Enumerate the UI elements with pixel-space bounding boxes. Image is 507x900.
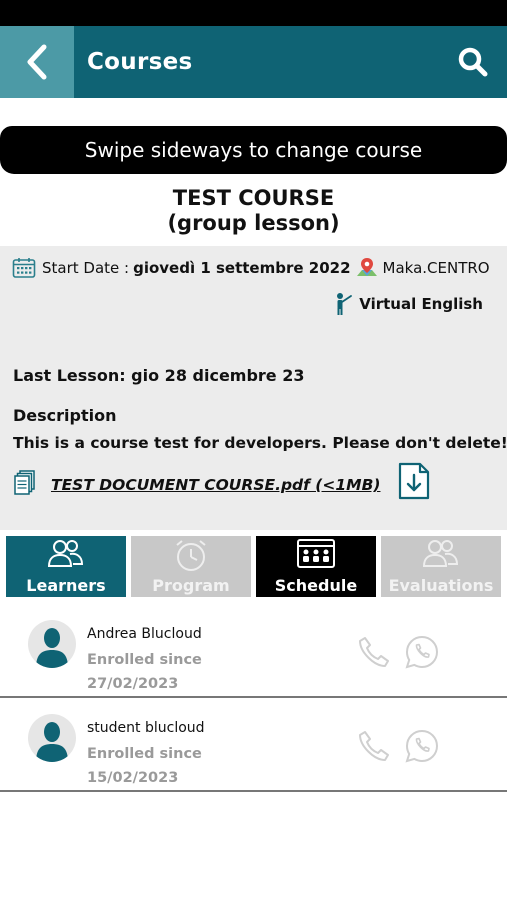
swipe-hint-banner: Swipe sideways to change course <box>0 126 507 174</box>
documents-icon <box>14 470 35 495</box>
course-info-panel: Start Date : giovedì 1 settembre 2022 Ma… <box>0 246 507 530</box>
phone-icon[interactable] <box>356 728 392 764</box>
chevron-left-icon <box>27 44 47 80</box>
tab-evaluations[interactable]: Evaluations <box>381 536 501 597</box>
tab-label: Learners <box>26 576 106 595</box>
description-text: This is a course test for developers. Pl… <box>13 434 507 452</box>
tab-learners[interactable]: Learners <box>6 536 126 597</box>
group-icon <box>422 540 459 567</box>
start-date-label: Start Date : <box>42 259 130 277</box>
enrolled-label: Enrolled since <box>87 652 202 668</box>
location-name: Maka.CENTRO <box>382 259 490 277</box>
group-icon <box>47 540 84 567</box>
teacher-row: Virtual English <box>333 292 483 316</box>
enrolled-date: 15/02/2023 <box>87 770 179 786</box>
document-link[interactable]: TEST DOCUMENT COURSE.pdf (<1MB) <box>51 476 380 494</box>
tab-schedule[interactable]: Schedule <box>256 536 376 597</box>
enrolled-date: 27/02/2023 <box>87 676 179 692</box>
start-date-value: giovedì 1 settembre 2022 <box>133 259 351 277</box>
page-title: Courses <box>87 49 193 75</box>
search-icon <box>458 47 488 77</box>
whatsapp-icon[interactable] <box>404 634 440 670</box>
teacher-name: Virtual English <box>359 295 483 313</box>
classroom-icon <box>297 539 335 568</box>
course-subtitle: (group lesson) <box>167 211 340 235</box>
learner-row[interactable]: student blucloud Enrolled since 15/02/20… <box>0 698 507 792</box>
download-icon[interactable] <box>398 462 430 500</box>
course-title: TEST COURSE <box>172 186 335 210</box>
app-bar: Courses <box>0 26 507 98</box>
document-row: TEST DOCUMENT COURSE.pdf (<1MB) <box>14 462 494 502</box>
back-button[interactable] <box>0 26 74 98</box>
search-button[interactable] <box>455 44 491 80</box>
person-icon <box>36 722 68 762</box>
tab-label: Schedule <box>274 576 358 595</box>
last-lesson: Last Lesson: gio 28 dicembre 23 <box>13 366 305 385</box>
whatsapp-icon[interactable] <box>404 728 440 764</box>
course-tabs: Learners Program Schedule Evaluations <box>6 536 501 597</box>
enrolled-label: Enrolled since <box>87 746 202 762</box>
status-bar <box>0 0 507 26</box>
avatar <box>28 714 76 762</box>
description-heading: Description <box>13 406 117 425</box>
start-date-row: Start Date : giovedì 1 settembre 2022 Ma… <box>12 254 490 282</box>
tab-program[interactable]: Program <box>131 536 251 597</box>
avatar <box>28 620 76 668</box>
learner-row[interactable]: Andrea Blucloud Enrolled since 27/02/202… <box>0 604 507 698</box>
learner-name: student blucloud <box>87 720 205 736</box>
learner-name: Andrea Blucloud <box>87 626 202 642</box>
clock-icon <box>176 540 206 571</box>
calendar-icon <box>12 258 36 278</box>
map-pin-icon <box>356 258 377 276</box>
person-icon <box>36 628 68 668</box>
phone-icon[interactable] <box>356 634 392 670</box>
location[interactable]: Maka.CENTRO <box>355 256 490 280</box>
tab-label: Evaluations <box>388 576 494 595</box>
teacher-icon <box>337 293 353 315</box>
tab-label: Program <box>152 576 230 595</box>
